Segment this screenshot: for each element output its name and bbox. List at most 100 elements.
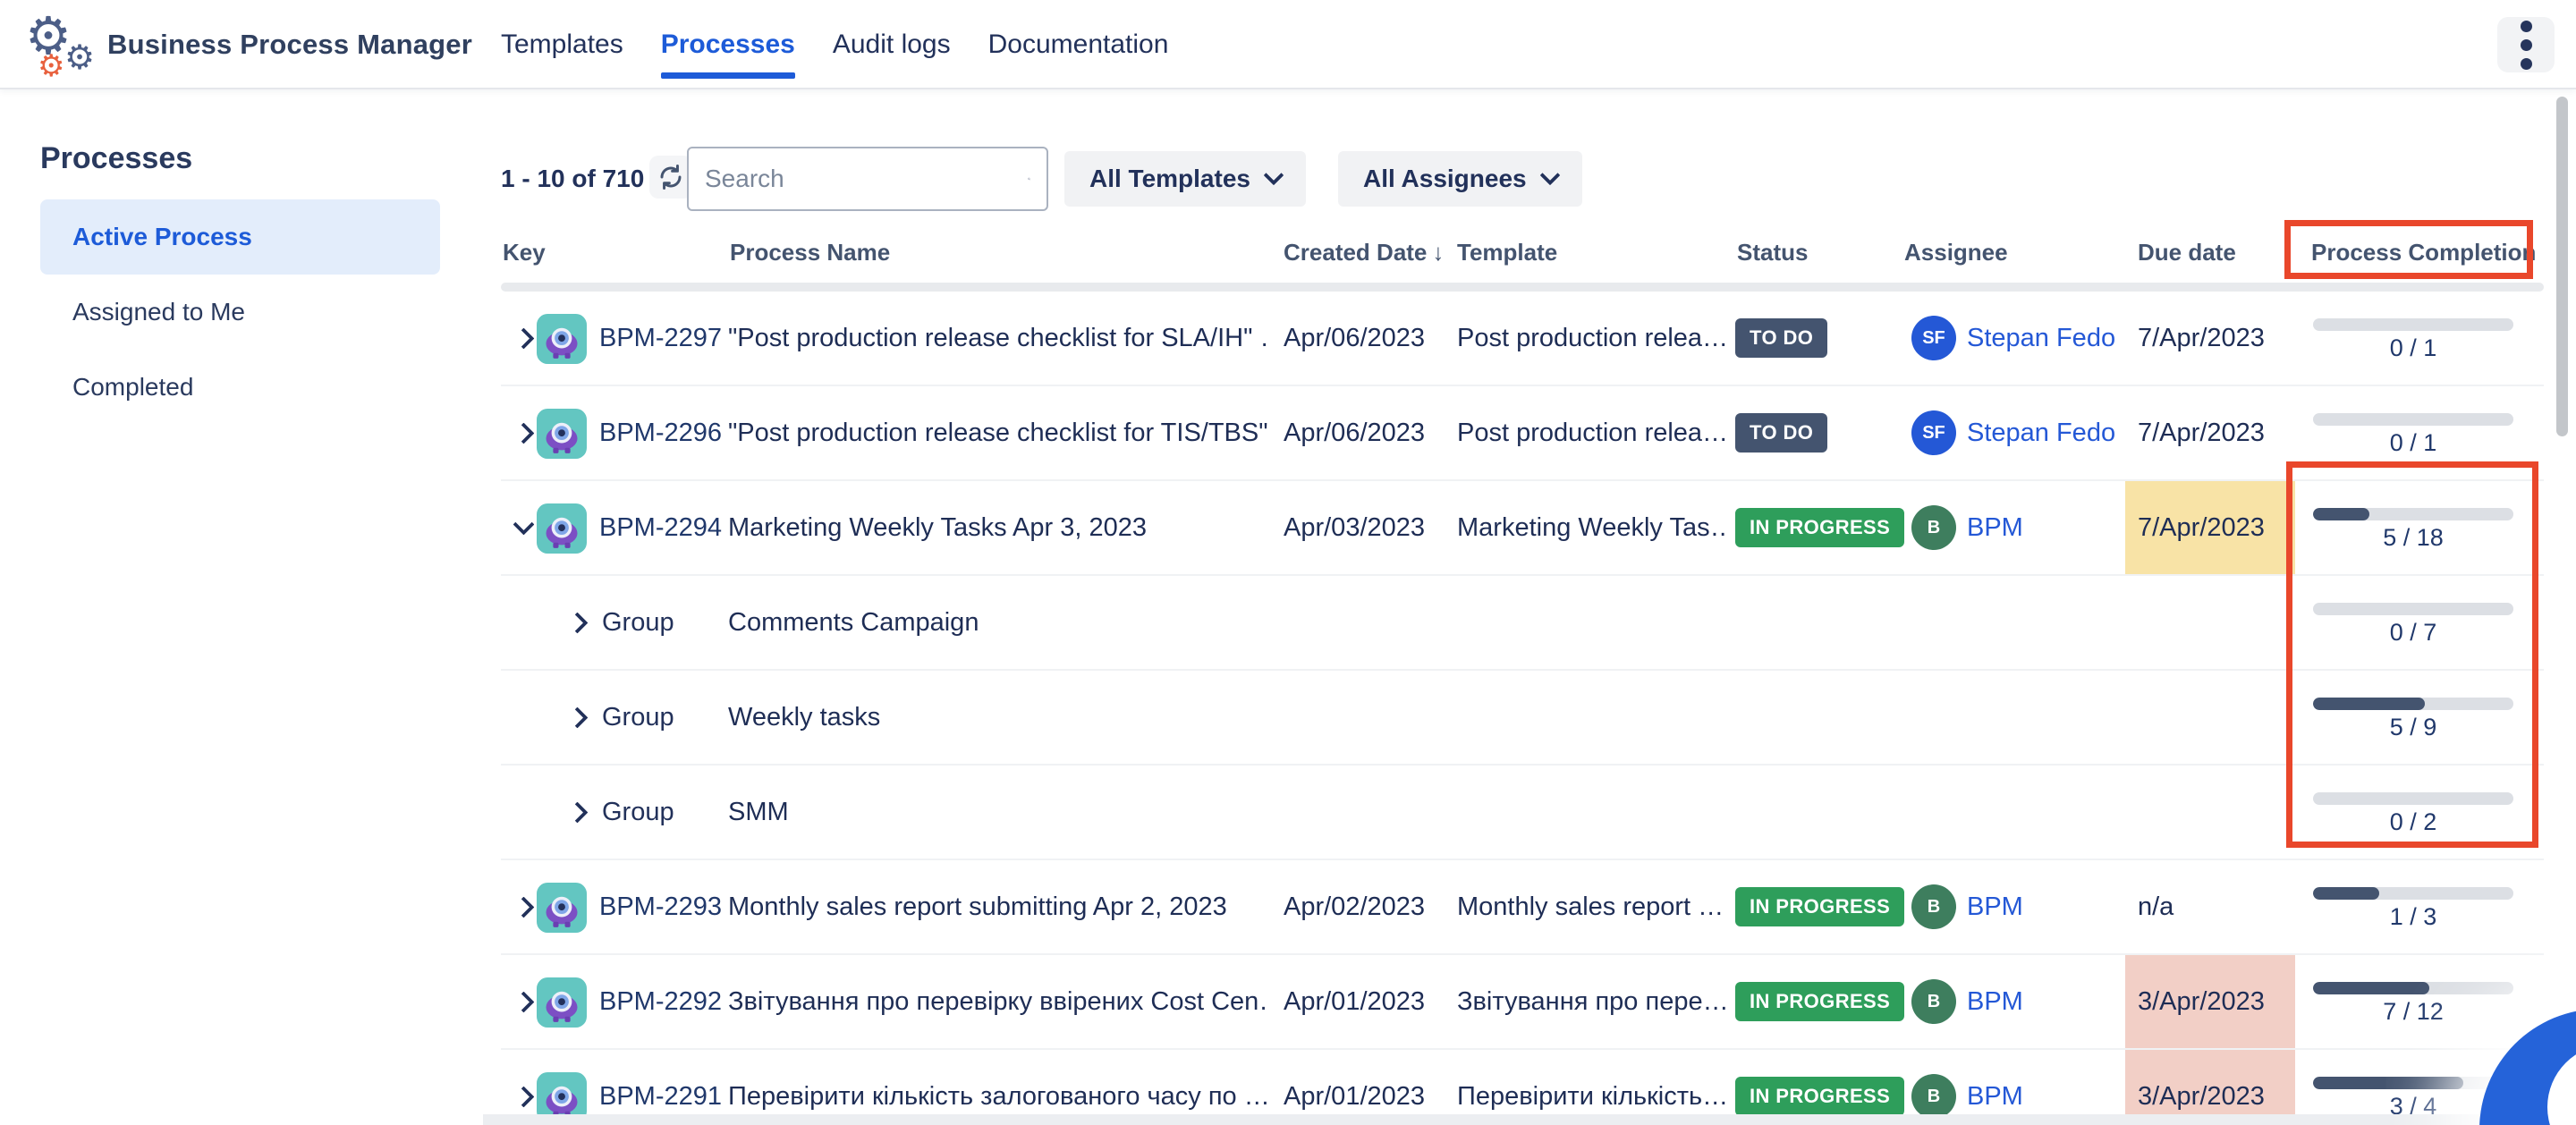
column-header-due-date[interactable]: Due date — [2138, 239, 2236, 266]
progress-bar-fill — [2313, 698, 2425, 710]
progress-bar-fill — [2313, 1077, 2463, 1089]
table-row[interactable]: Group Weekly tasks 5 / 9 — [501, 671, 2544, 766]
scrollbar-thumb[interactable] — [2556, 97, 2568, 436]
process-name[interactable]: "Post production release checklist for S… — [728, 292, 1269, 385]
assignee-link[interactable]: Stepan Fedori — [1967, 324, 2117, 353]
status-badge: IN PROGRESS — [1735, 982, 1904, 1021]
process-name[interactable]: Weekly tasks — [728, 671, 1269, 764]
due-date: 7/Apr/2023 — [2138, 386, 2265, 479]
status-cell: TO DO — [1735, 386, 1827, 479]
status-badge: TO DO — [1735, 413, 1827, 453]
progress-label: 0 / 7 — [2313, 619, 2513, 647]
status-badge: IN PROGRESS — [1735, 508, 1904, 547]
due-date: 3/Apr/2023 — [2138, 955, 2265, 1048]
sidebar-item-completed[interactable]: Completed — [40, 350, 440, 425]
column-header-status[interactable]: Status — [1737, 239, 1808, 266]
refresh-button[interactable] — [649, 156, 692, 199]
all-assignees-filter[interactable]: All Assignees — [1338, 151, 1582, 207]
nav-templates[interactable]: Templates — [501, 0, 623, 89]
column-header-created-date[interactable]: Created Date↓ — [1284, 239, 1444, 266]
process-name[interactable]: Comments Campaign — [728, 576, 1269, 669]
column-header-key[interactable]: Key — [503, 239, 546, 266]
template-name: Monthly sales report … — [1457, 860, 1725, 953]
group-label: Group — [602, 766, 674, 859]
group-label: Group — [602, 671, 674, 764]
table-row[interactable]: Group SMM 0 / 2 — [501, 766, 2544, 860]
process-name[interactable]: Marketing Weekly Tasks Apr 3, 2023 — [728, 481, 1269, 574]
chevron-down-icon — [1264, 165, 1284, 186]
assignee-link[interactable]: BPM — [1967, 892, 2023, 922]
chevron-icon[interactable] — [512, 419, 538, 446]
kebab-menu-icon — [2521, 58, 2532, 70]
sidebar-nav: Active Process Assigned to Me Completed — [40, 199, 440, 425]
created-date: Apr/06/2023 — [1284, 292, 1425, 385]
due-date: 7/Apr/2023 — [2138, 481, 2265, 574]
app-logo-gears-icon: ⚙ ⚙ ⚙ — [23, 5, 109, 86]
progress-bar — [2313, 508, 2513, 520]
template-name: Звітування про пере… — [1457, 955, 1725, 1048]
chevron-icon[interactable] — [565, 799, 592, 825]
nav-documentation[interactable]: Documentation — [988, 0, 1169, 89]
progress-label: 0 / 2 — [2313, 808, 2513, 836]
table-row[interactable]: BPM-2294 Marketing Weekly Tasks Apr 3, 2… — [501, 481, 2544, 576]
column-header-process-completion[interactable]: Process Completion — [2311, 239, 2536, 266]
assignee-link[interactable]: BPM — [1967, 987, 2023, 1017]
column-header-assignee[interactable]: Assignee — [1904, 239, 2008, 266]
all-templates-filter[interactable]: All Templates — [1064, 151, 1306, 207]
avatar: B — [1911, 979, 1956, 1024]
sidebar-item-active-process[interactable]: Active Process — [40, 199, 440, 275]
business-process-manager-app: ⚙ ⚙ ⚙ Business Process Manager Templates… — [0, 0, 2576, 1125]
bottom-row-edge — [483, 1114, 2576, 1125]
kebab-menu-icon — [2521, 39, 2532, 51]
progress-bar-fill — [2313, 887, 2379, 900]
created-date: Apr/03/2023 — [1284, 481, 1425, 574]
chevron-icon[interactable] — [512, 514, 538, 541]
progress-bar — [2313, 603, 2513, 615]
progress-bar — [2313, 413, 2513, 426]
avatar: B — [1911, 505, 1956, 550]
table-row[interactable]: BPM-2297 "Post production release checkl… — [501, 292, 2544, 386]
chevron-icon[interactable] — [512, 325, 538, 351]
assignee-link[interactable]: BPM — [1967, 1082, 2023, 1112]
process-completion-cell: 5 / 9 — [2313, 671, 2513, 764]
column-header-process-name[interactable]: Process Name — [730, 239, 890, 266]
all-templates-label: All Templates — [1089, 165, 1250, 193]
chevron-icon[interactable] — [512, 893, 538, 920]
process-name[interactable]: SMM — [728, 766, 1269, 859]
table-row[interactable]: BPM-2292 Звітування про перевірку ввірен… — [501, 955, 2544, 1050]
process-key: BPM-2297 — [599, 292, 722, 385]
refresh-icon — [657, 163, 685, 191]
sidebar-title: Processes — [40, 141, 192, 176]
chevron-icon[interactable] — [512, 1083, 538, 1110]
progress-bar — [2313, 1077, 2513, 1089]
chevron-icon[interactable] — [565, 609, 592, 636]
process-icon — [537, 503, 587, 554]
assignee-cell: SF Stepan Fedori — [1911, 292, 2117, 385]
nav-audit-logs[interactable]: Audit logs — [833, 0, 951, 89]
process-completion-cell: 0 / 2 — [2313, 766, 2513, 859]
progress-label: 1 / 3 — [2313, 903, 2513, 931]
table-row[interactable]: Group Comments Campaign 0 / 7 — [501, 576, 2544, 671]
status-badge: IN PROGRESS — [1735, 887, 1904, 926]
table-row[interactable]: BPM-2296 "Post production release checkl… — [501, 386, 2544, 481]
search-input[interactable] — [705, 165, 1028, 193]
assignee-link[interactable]: Stepan Fedori — [1967, 419, 2117, 448]
chevron-icon[interactable] — [565, 704, 592, 731]
process-name[interactable]: Monthly sales report submitting Apr 2, 2… — [728, 860, 1269, 953]
kebab-menu-button[interactable] — [2497, 17, 2555, 72]
sidebar-item-assigned-to-me[interactable]: Assigned to Me — [40, 275, 440, 350]
progress-bar-fill — [2313, 982, 2429, 994]
avatar: B — [1911, 1074, 1956, 1119]
column-header-template[interactable]: Template — [1457, 239, 1557, 266]
process-name[interactable]: Звітування про перевірку ввірених Cost C… — [728, 955, 1269, 1048]
nav-processes[interactable]: Processes — [661, 0, 795, 89]
assignee-link[interactable]: BPM — [1967, 513, 2023, 543]
status-cell: TO DO — [1735, 292, 1827, 385]
table-row[interactable]: BPM-2293 Monthly sales report submitting… — [501, 860, 2544, 955]
progress-label: 0 / 1 — [2313, 334, 2513, 362]
process-name[interactable]: "Post production release checklist for T… — [728, 386, 1269, 479]
status-badge: IN PROGRESS — [1735, 1077, 1904, 1116]
table-header-divider — [501, 283, 2544, 292]
chevron-icon[interactable] — [512, 988, 538, 1015]
process-icon — [537, 314, 587, 364]
